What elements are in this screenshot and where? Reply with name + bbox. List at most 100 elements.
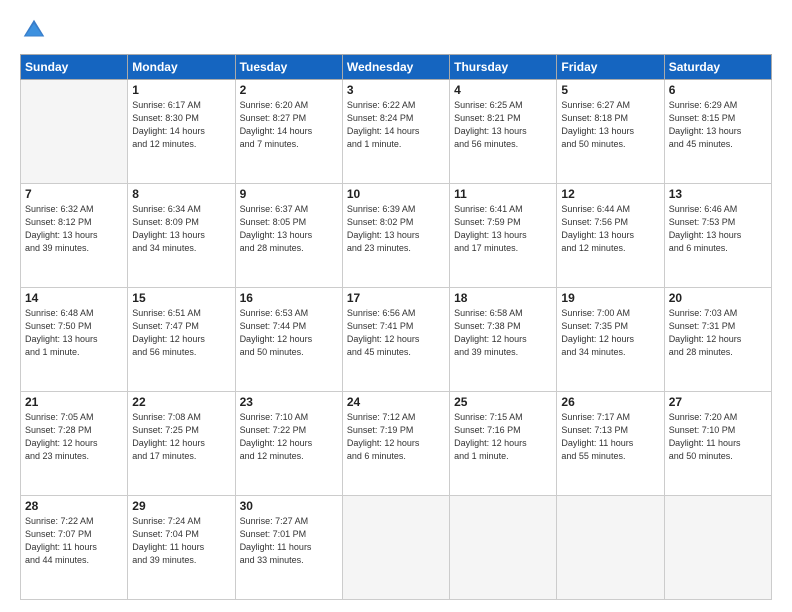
calendar-cell: 18Sunrise: 6:58 AM Sunset: 7:38 PM Dayli… xyxy=(450,288,557,392)
calendar-cell: 19 Sunrise: 7:00 AM Sunset: 7:35 PM Dayli… xyxy=(557,288,664,392)
calendar-cell: 8 Sunrise: 6:34 AM Sunset: 8:09 PM Daylig… xyxy=(128,184,235,288)
day-info: Sunrise: 7:15 AM Sunset: 7:16 PM Dayligh… xyxy=(454,411,552,463)
day-info: Sunrise: 7:03 AM Sunset: 7:31 PM Dayligh… xyxy=(669,307,767,359)
day-number: 8 xyxy=(132,187,230,201)
calendar-cell xyxy=(342,496,449,600)
day-number: 23 xyxy=(240,395,338,409)
calendar-cell xyxy=(21,80,128,184)
calendar-cell: 22 Sunrise: 7:08 AM Sunset: 7:25 PM Dayli… xyxy=(128,392,235,496)
calendar-cell: 29 Sunrise: 7:24 AM Sunset: 7:04 PM Dayli… xyxy=(128,496,235,600)
day-info: Sunrise: 7:20 AM Sunset: 7:10 PM Dayligh… xyxy=(669,411,767,463)
calendar-cell: 20 Sunrise: 7:03 AM Sunset: 7:31 PM Dayli… xyxy=(664,288,771,392)
day-info: Sunrise: 7:12 AM Sunset: 7:19 PM Dayligh… xyxy=(347,411,445,463)
day-number: 30 xyxy=(240,499,338,513)
day-number: 22 xyxy=(132,395,230,409)
calendar-cell: 1 Sunrise: 6:17 AM Sunset: 8:30 PM Daylig… xyxy=(128,80,235,184)
day-info: Sunrise: 7:10 AM Sunset: 7:22 PM Dayligh… xyxy=(240,411,338,463)
day-number: 28 xyxy=(25,499,123,513)
calendar-cell: 24 Sunrise: 7:12 AM Sunset: 7:19 PM Dayli… xyxy=(342,392,449,496)
logo xyxy=(20,16,52,44)
day-info: Sunrise: 7:22 AM Sunset: 7:07 PM Dayligh… xyxy=(25,515,123,567)
day-number: 9 xyxy=(240,187,338,201)
calendar-cell: 30 Sunrise: 7:27 AM Sunset: 7:01 PM Dayli… xyxy=(235,496,342,600)
day-number: 17 xyxy=(347,291,445,305)
day-number: 15 xyxy=(132,291,230,305)
calendar-cell: 5Sunrise: 6:27 AM Sunset: 8:18 PM Daylig… xyxy=(557,80,664,184)
day-info: Sunrise: 6:29 AM Sunset: 8:15 PM Dayligh… xyxy=(669,99,767,151)
day-info: Sunrise: 6:22 AM Sunset: 8:24 PM Dayligh… xyxy=(347,99,445,151)
day-info: Sunrise: 6:39 AM Sunset: 8:02 PM Dayligh… xyxy=(347,203,445,255)
day-number: 10 xyxy=(347,187,445,201)
day-number: 12 xyxy=(561,187,659,201)
calendar-cell: 13Sunrise: 6:46 AM Sunset: 7:53 PM Dayli… xyxy=(664,184,771,288)
week-row-1: 1 Sunrise: 6:17 AM Sunset: 8:30 PM Daylig… xyxy=(21,80,772,184)
weekday-header-friday: Friday xyxy=(557,55,664,80)
calendar-cell: 10 Sunrise: 6:39 AM Sunset: 8:02 PM Dayli… xyxy=(342,184,449,288)
day-number: 4 xyxy=(454,83,552,97)
day-info: Sunrise: 6:46 AM Sunset: 7:53 PM Dayligh… xyxy=(669,203,767,255)
weekday-header-tuesday: Tuesday xyxy=(235,55,342,80)
day-number: 1 xyxy=(132,83,230,97)
day-number: 19 xyxy=(561,291,659,305)
calendar-cell: 23 Sunrise: 7:10 AM Sunset: 7:22 PM Dayli… xyxy=(235,392,342,496)
day-number: 2 xyxy=(240,83,338,97)
day-number: 29 xyxy=(132,499,230,513)
weekday-header-monday: Monday xyxy=(128,55,235,80)
calendar-cell: 26 Sunrise: 7:17 AM Sunset: 7:13 PM Dayli… xyxy=(557,392,664,496)
week-row-4: 21 Sunrise: 7:05 AM Sunset: 7:28 PM Dayli… xyxy=(21,392,772,496)
calendar-cell: 6 Sunrise: 6:29 AM Sunset: 8:15 PM Daylig… xyxy=(664,80,771,184)
day-number: 18 xyxy=(454,291,552,305)
weekday-header-wednesday: Wednesday xyxy=(342,55,449,80)
day-info: Sunrise: 6:56 AM Sunset: 7:41 PM Dayligh… xyxy=(347,307,445,359)
day-info: Sunrise: 6:53 AM Sunset: 7:44 PM Dayligh… xyxy=(240,307,338,359)
day-number: 6 xyxy=(669,83,767,97)
calendar-cell: 12 Sunrise: 6:44 AM Sunset: 7:56 PM Dayli… xyxy=(557,184,664,288)
day-info: Sunrise: 6:41 AM Sunset: 7:59 PM Dayligh… xyxy=(454,203,552,255)
calendar-cell: 7 Sunrise: 6:32 AM Sunset: 8:12 PM Daylig… xyxy=(21,184,128,288)
day-info: Sunrise: 6:32 AM Sunset: 8:12 PM Dayligh… xyxy=(25,203,123,255)
weekday-header-saturday: Saturday xyxy=(664,55,771,80)
day-info: Sunrise: 6:34 AM Sunset: 8:09 PM Dayligh… xyxy=(132,203,230,255)
logo-icon xyxy=(20,16,48,44)
day-number: 20 xyxy=(669,291,767,305)
calendar-cell: 3Sunrise: 6:22 AM Sunset: 8:24 PM Daylig… xyxy=(342,80,449,184)
day-number: 5 xyxy=(561,83,659,97)
day-info: Sunrise: 7:00 AM Sunset: 7:35 PM Dayligh… xyxy=(561,307,659,359)
day-number: 11 xyxy=(454,187,552,201)
calendar-cell: 21 Sunrise: 7:05 AM Sunset: 7:28 PM Dayli… xyxy=(21,392,128,496)
day-number: 7 xyxy=(25,187,123,201)
day-info: Sunrise: 6:20 AM Sunset: 8:27 PM Dayligh… xyxy=(240,99,338,151)
day-info: Sunrise: 6:48 AM Sunset: 7:50 PM Dayligh… xyxy=(25,307,123,359)
day-info: Sunrise: 6:17 AM Sunset: 8:30 PM Dayligh… xyxy=(132,99,230,151)
calendar-cell: 28 Sunrise: 7:22 AM Sunset: 7:07 PM Dayli… xyxy=(21,496,128,600)
calendar-cell xyxy=(450,496,557,600)
page-header xyxy=(20,16,772,44)
weekday-header-sunday: Sunday xyxy=(21,55,128,80)
calendar-cell: 2 Sunrise: 6:20 AM Sunset: 8:27 PM Daylig… xyxy=(235,80,342,184)
calendar-cell: 15Sunrise: 6:51 AM Sunset: 7:47 PM Dayli… xyxy=(128,288,235,392)
weekday-header-row: SundayMondayTuesdayWednesdayThursdayFrid… xyxy=(21,55,772,80)
calendar-cell xyxy=(557,496,664,600)
day-info: Sunrise: 7:05 AM Sunset: 7:28 PM Dayligh… xyxy=(25,411,123,463)
day-info: Sunrise: 6:44 AM Sunset: 7:56 PM Dayligh… xyxy=(561,203,659,255)
day-number: 26 xyxy=(561,395,659,409)
day-number: 16 xyxy=(240,291,338,305)
calendar-cell: 27Sunrise: 7:20 AM Sunset: 7:10 PM Dayli… xyxy=(664,392,771,496)
day-number: 25 xyxy=(454,395,552,409)
day-info: Sunrise: 7:08 AM Sunset: 7:25 PM Dayligh… xyxy=(132,411,230,463)
day-number: 24 xyxy=(347,395,445,409)
week-row-3: 14Sunrise: 6:48 AM Sunset: 7:50 PM Dayli… xyxy=(21,288,772,392)
calendar-cell xyxy=(664,496,771,600)
day-info: Sunrise: 6:37 AM Sunset: 8:05 PM Dayligh… xyxy=(240,203,338,255)
day-number: 21 xyxy=(25,395,123,409)
day-info: Sunrise: 7:27 AM Sunset: 7:01 PM Dayligh… xyxy=(240,515,338,567)
calendar-cell: 16 Sunrise: 6:53 AM Sunset: 7:44 PM Dayli… xyxy=(235,288,342,392)
day-info: Sunrise: 7:24 AM Sunset: 7:04 PM Dayligh… xyxy=(132,515,230,567)
calendar-cell: 4 Sunrise: 6:25 AM Sunset: 8:21 PM Daylig… xyxy=(450,80,557,184)
day-info: Sunrise: 7:17 AM Sunset: 7:13 PM Dayligh… xyxy=(561,411,659,463)
week-row-2: 7 Sunrise: 6:32 AM Sunset: 8:12 PM Daylig… xyxy=(21,184,772,288)
day-info: Sunrise: 6:25 AM Sunset: 8:21 PM Dayligh… xyxy=(454,99,552,151)
calendar-cell: 25 Sunrise: 7:15 AM Sunset: 7:16 PM Dayli… xyxy=(450,392,557,496)
weekday-header-thursday: Thursday xyxy=(450,55,557,80)
calendar-cell: 14Sunrise: 6:48 AM Sunset: 7:50 PM Dayli… xyxy=(21,288,128,392)
